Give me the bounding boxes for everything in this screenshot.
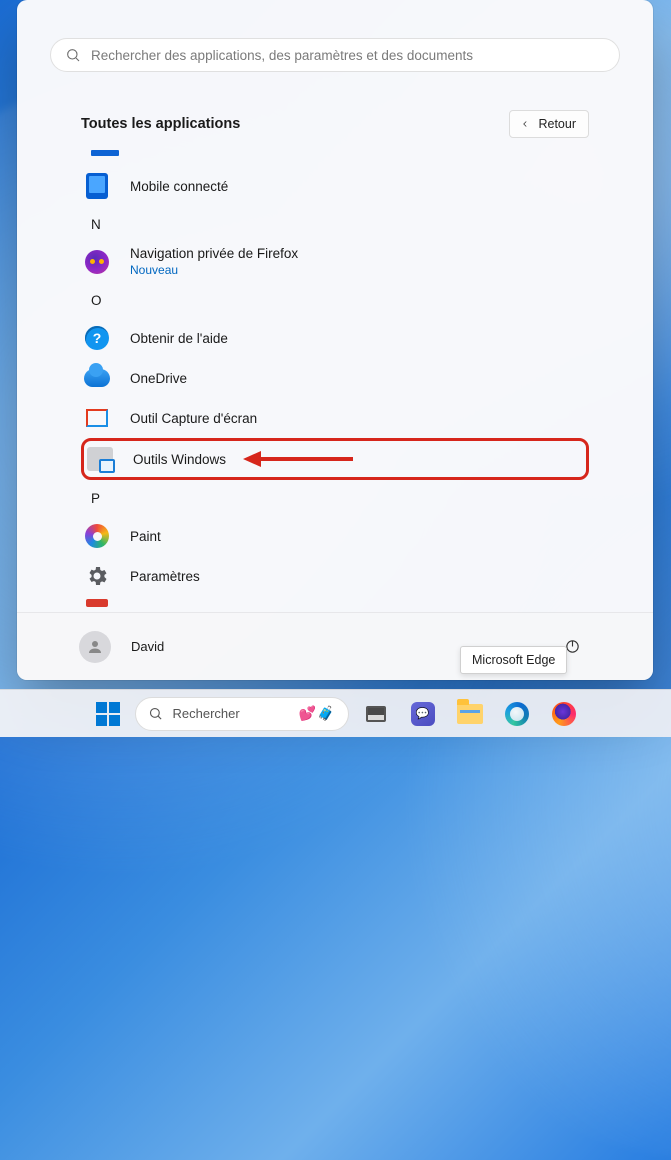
app-label: Paint (130, 529, 161, 544)
user-name-label: David (131, 639, 164, 654)
partial-app-icon (83, 596, 111, 610)
app-label: Obtenir de l'aide (130, 331, 228, 346)
search-container (17, 0, 653, 72)
windows-logo-icon (96, 702, 120, 726)
letter-header-p[interactable]: P (81, 480, 589, 516)
app-mobile-connecte[interactable]: Mobile connecté (81, 166, 589, 206)
edge-icon (505, 702, 529, 726)
taskbar-firefox[interactable] (544, 694, 584, 734)
app-snipping-tool[interactable]: Outil Capture d'écran (81, 398, 589, 438)
letter-header-n[interactable]: N (81, 206, 589, 242)
app-settings[interactable]: Paramètres (81, 556, 589, 596)
app-list: Mobile connecté N Navigation privée de F… (17, 150, 653, 612)
search-flair-icon: 💕🧳 (299, 705, 336, 722)
partial-app-icon (91, 150, 119, 156)
taskbar-teams[interactable]: 💬 (403, 694, 443, 734)
file-explorer-icon (457, 704, 483, 724)
app-firefox-private[interactable]: Navigation privée de Firefox Nouveau (81, 242, 589, 282)
app-label: Mobile connecté (130, 179, 228, 194)
search-icon (148, 706, 163, 721)
taskbar-search[interactable]: Rechercher 💕🧳 (135, 697, 349, 731)
tooltip-text: Microsoft Edge (472, 653, 555, 667)
task-view-icon (366, 706, 386, 722)
chevron-left-icon (520, 119, 530, 129)
avatar-icon (79, 631, 111, 663)
start-menu-panel: Toutes les applications Retour Mobile co… (17, 0, 653, 680)
help-icon: ? (83, 324, 111, 352)
phone-link-icon (83, 172, 111, 200)
app-partial-bottom[interactable] (81, 596, 589, 610)
app-label: Outil Capture d'écran (130, 411, 257, 426)
firefox-icon (552, 702, 576, 726)
user-account-button[interactable]: David (79, 631, 164, 663)
search-icon (65, 47, 81, 63)
app-sublabel-new: Nouveau (130, 263, 298, 278)
taskbar: Rechercher 💕🧳 💬 (0, 689, 671, 737)
app-get-help[interactable]: ? Obtenir de l'aide (81, 318, 589, 358)
back-button-label: Retour (538, 117, 576, 131)
app-windows-tools[interactable]: Outils Windows (81, 438, 589, 480)
firefox-private-icon (83, 248, 111, 276)
taskbar-edge[interactable] (497, 694, 537, 734)
snipping-tool-icon (83, 404, 111, 432)
gear-icon (83, 562, 111, 590)
all-apps-title: Toutes les applications (81, 116, 240, 132)
app-label: Navigation privée de Firefox (130, 246, 298, 263)
app-label: Outils Windows (133, 452, 226, 467)
search-input[interactable] (91, 48, 605, 63)
start-button[interactable] (88, 694, 128, 734)
taskbar-search-label: Rechercher (173, 706, 289, 721)
app-paint[interactable]: Paint (81, 516, 589, 556)
letter-header-o[interactable]: O (81, 282, 589, 318)
onedrive-icon (83, 364, 111, 392)
teams-icon: 💬 (411, 702, 435, 726)
back-button[interactable]: Retour (509, 110, 589, 138)
taskbar-explorer[interactable] (450, 694, 490, 734)
app-label: Paramètres (130, 569, 200, 584)
all-apps-header: Toutes les applications Retour (17, 72, 653, 150)
windows-tools-icon (86, 445, 114, 473)
paint-icon (83, 522, 111, 550)
app-onedrive[interactable]: OneDrive (81, 358, 589, 398)
app-label: OneDrive (130, 371, 187, 386)
task-view-button[interactable] (356, 694, 396, 734)
search-box[interactable] (50, 38, 620, 72)
tooltip: Microsoft Edge (460, 646, 567, 674)
